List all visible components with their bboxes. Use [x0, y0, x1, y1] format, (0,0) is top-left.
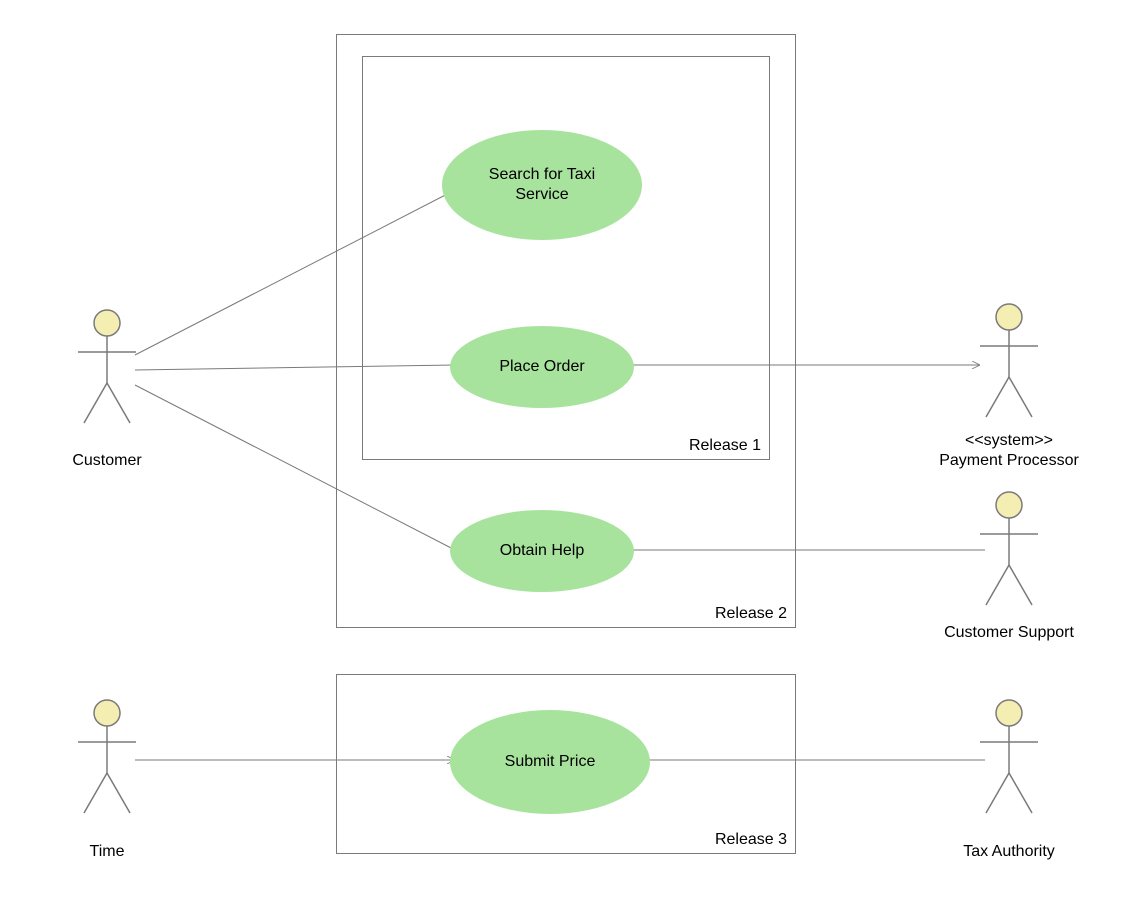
usecase-place-order-label: Place Order	[499, 357, 584, 377]
boundary-release1-label: Release 1	[689, 437, 761, 455]
actor-tax-authority	[976, 698, 1042, 818]
actor-tax-authority-icon	[976, 698, 1042, 818]
actor-time	[74, 698, 140, 818]
actor-customer-support-label: Customer Support	[909, 624, 1109, 642]
usecase-search-taxi: Search for Taxi Service	[442, 130, 642, 240]
actor-customer-support	[976, 490, 1042, 610]
actor-payment-processor	[976, 302, 1042, 422]
actor-customer-label: Customer	[7, 452, 207, 470]
actor-payment-processor-stereotype: <<system>>	[909, 432, 1109, 450]
usecase-place-order: Place Order	[450, 326, 634, 408]
usecase-obtain-help-label: Obtain Help	[500, 541, 585, 561]
boundary-release2-label: Release 2	[715, 605, 787, 623]
actor-customer	[74, 308, 140, 428]
actor-time-label: Time	[7, 843, 207, 861]
actor-time-icon	[74, 698, 140, 818]
usecase-search-taxi-label: Search for Taxi Service	[467, 165, 617, 205]
actor-payment-processor-label: Payment Processor	[909, 452, 1109, 470]
boundary-release3-label: Release 3	[715, 831, 787, 849]
actor-payment-processor-icon	[976, 302, 1042, 422]
usecase-obtain-help: Obtain Help	[450, 510, 634, 592]
usecase-submit-price: Submit Price	[450, 710, 650, 814]
usecase-submit-price-label: Submit Price	[505, 752, 596, 772]
actor-customer-icon	[74, 308, 140, 428]
actor-customer-support-icon	[976, 490, 1042, 610]
actor-tax-authority-label: Tax Authority	[909, 843, 1109, 861]
